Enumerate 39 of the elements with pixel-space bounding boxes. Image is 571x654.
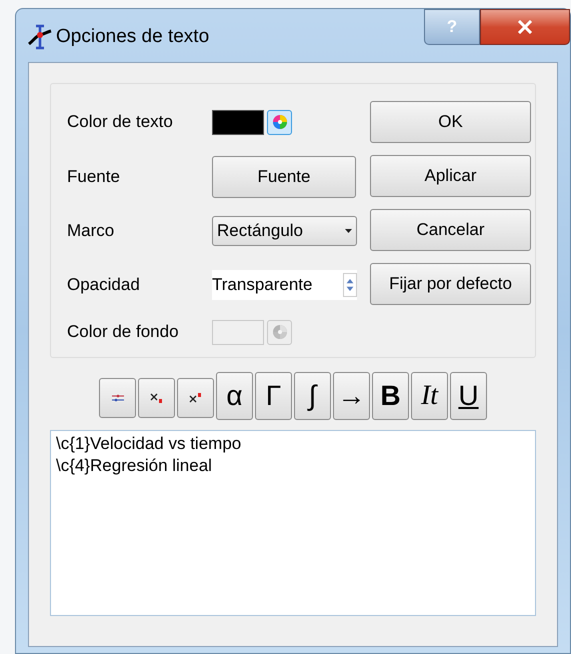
frame-dropdown[interactable]: Rectángulo <box>212 216 357 246</box>
field-label: Marco <box>67 220 116 242</box>
field-label: Color de texto <box>67 111 174 134</box>
format-button[interactable]: B <box>372 372 409 420</box>
format-button[interactable]: → <box>333 372 370 420</box>
color-swatch[interactable] <box>212 110 264 134</box>
field-label: Fuente <box>67 166 121 188</box>
text-editor[interactable]: \c{1}Velocidad vs tiempo \c{4}Regresión lineal <box>50 430 536 616</box>
superscript-icon <box>188 392 202 404</box>
format-button[interactable]: ∫ <box>294 372 331 420</box>
dialog-button[interactable]: Fijar por defecto <box>370 263 531 305</box>
close-button[interactable] <box>480 9 570 45</box>
editor-line: \c{4}Regresión lineal <box>56 455 212 477</box>
format-button[interactable]: α <box>216 372 253 420</box>
field-label: Color de fondo <box>67 321 180 344</box>
format-button[interactable] <box>177 378 214 418</box>
format-button[interactable] <box>138 378 175 418</box>
editor-line: \c{1}Velocidad vs tiempo <box>56 433 242 455</box>
palette-icon <box>272 324 288 340</box>
format-button[interactable]: It <box>411 372 448 420</box>
color-picker-button[interactable] <box>267 110 292 134</box>
subscript-icon <box>150 392 164 404</box>
lines-icon <box>110 393 124 403</box>
spin-arrows-icon[interactable] <box>343 273 357 297</box>
dialog-button[interactable]: OK <box>370 101 531 143</box>
format-button[interactable] <box>99 378 136 418</box>
field-label: Opacidad <box>67 274 141 296</box>
app-logo-icon <box>28 24 52 50</box>
close-icon <box>517 20 533 34</box>
caret-icon <box>345 229 352 233</box>
dialog-button[interactable]: Cancelar <box>370 209 531 251</box>
format-button[interactable]: Γ <box>255 372 292 420</box>
color-picker-button[interactable] <box>267 320 292 344</box>
dialog-button[interactable]: Aplicar <box>370 155 531 197</box>
opacity-spinbox[interactable]: Transparente <box>212 270 357 300</box>
font-button[interactable]: Fuente <box>212 156 356 198</box>
window-title: Opciones de texto <box>56 25 210 49</box>
format-button[interactable]: U <box>450 372 487 420</box>
palette-icon <box>272 114 288 130</box>
